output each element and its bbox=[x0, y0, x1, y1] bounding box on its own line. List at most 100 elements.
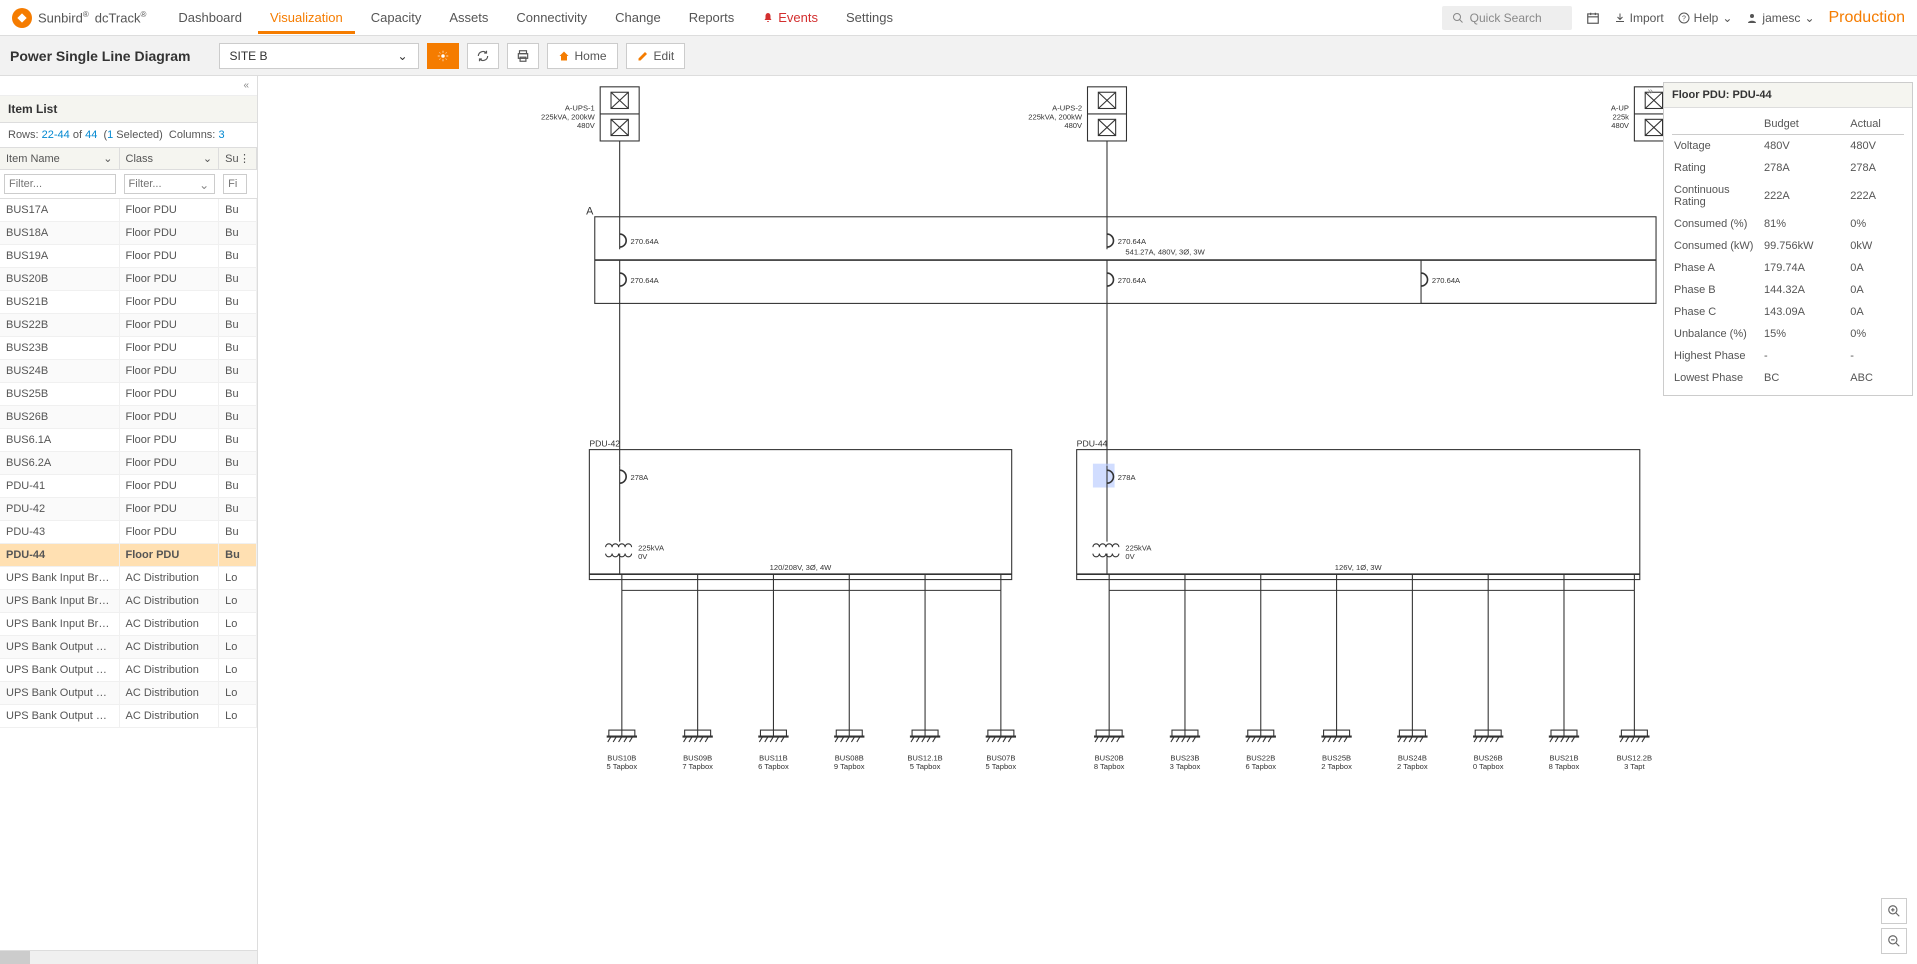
svg-text:5 Tapbox: 5 Tapbox bbox=[986, 762, 1017, 771]
table-row[interactable]: BUS24BFloor PDUBu bbox=[0, 360, 257, 383]
cell-name: BUS25B bbox=[0, 383, 120, 405]
download-icon bbox=[1614, 12, 1626, 24]
refresh-icon bbox=[476, 49, 490, 63]
import-button[interactable]: Import bbox=[1614, 11, 1664, 25]
user-icon bbox=[1746, 12, 1758, 24]
refresh-button[interactable] bbox=[467, 43, 499, 69]
quick-search[interactable]: Quick Search bbox=[1442, 6, 1572, 30]
table-row[interactable]: UPS Bank Input Breaker 1AC DistributionL… bbox=[0, 567, 257, 590]
nav-reports[interactable]: Reports bbox=[677, 2, 747, 34]
settings-button[interactable] bbox=[427, 43, 459, 69]
svg-text:6 Tapbox: 6 Tapbox bbox=[1245, 762, 1276, 771]
cell-class: Floor PDU bbox=[120, 199, 220, 221]
table-row[interactable]: BUS6.1AFloor PDUBu bbox=[0, 429, 257, 452]
help-icon: ? bbox=[1678, 12, 1690, 24]
svg-text:126V, 1Ø, 3W: 126V, 1Ø, 3W bbox=[1335, 563, 1383, 572]
edit-button[interactable]: Edit bbox=[626, 43, 686, 69]
table-row[interactable]: BUS20BFloor PDUBu bbox=[0, 268, 257, 291]
svg-text:BUS09B: BUS09B bbox=[683, 753, 712, 762]
print-button[interactable] bbox=[507, 43, 539, 69]
detail-title: Floor PDU: PDU-44 bbox=[1664, 83, 1912, 108]
user-menu[interactable]: jamesc ⌄ bbox=[1746, 11, 1814, 25]
site-selector[interactable]: SITE B ⌄ bbox=[219, 43, 419, 69]
svg-text:0V: 0V bbox=[1125, 552, 1135, 561]
grid-header: Item Name⌄ Class⌄ Su⋮ bbox=[0, 148, 257, 170]
table-row[interactable]: UPS Bank Output Breaker 2AC Distribution… bbox=[0, 659, 257, 682]
svg-text:480V: 480V bbox=[577, 121, 596, 130]
col-header-class[interactable]: Class⌄ bbox=[120, 148, 220, 169]
table-row[interactable]: BUS18AFloor PDUBu bbox=[0, 222, 257, 245]
nav-capacity[interactable]: Capacity bbox=[359, 2, 434, 34]
svg-text:BUS10B: BUS10B bbox=[607, 753, 636, 762]
col-header-name[interactable]: Item Name⌄ bbox=[0, 148, 120, 169]
home-button[interactable]: Home bbox=[547, 43, 618, 69]
detail-row: Phase C143.09A0A bbox=[1672, 301, 1904, 323]
cell-sub: Bu bbox=[219, 452, 257, 474]
filter-name-input[interactable] bbox=[4, 174, 116, 194]
chevron-down-icon: ⌄ bbox=[203, 152, 212, 165]
cell-sub: Bu bbox=[219, 429, 257, 451]
table-row[interactable]: UPS Bank Output Breaker 3AC Distribution… bbox=[0, 682, 257, 705]
table-row[interactable]: PDU-42Floor PDUBu bbox=[0, 498, 257, 521]
collapse-sidebar-button[interactable]: « bbox=[0, 76, 257, 96]
cell-class: AC Distribution bbox=[120, 636, 220, 658]
table-row[interactable]: BUS26BFloor PDUBu bbox=[0, 406, 257, 429]
svg-text:?: ? bbox=[1682, 15, 1686, 22]
cell-class: AC Distribution bbox=[120, 705, 220, 727]
table-row[interactable]: UPS Bank Output Breaker 4AC Distribution… bbox=[0, 705, 257, 728]
detail-row: Highest Phase-- bbox=[1672, 345, 1904, 367]
svg-text:BUS23B: BUS23B bbox=[1170, 753, 1199, 762]
table-row[interactable]: PDU-44Floor PDUBu bbox=[0, 544, 257, 567]
zoom-out-button[interactable] bbox=[1881, 928, 1907, 954]
zoom-in-button[interactable] bbox=[1881, 898, 1907, 924]
expand-detail-button[interactable]: » bbox=[1641, 82, 1659, 101]
cell-sub: Bu bbox=[219, 245, 257, 267]
table-row[interactable]: PDU-41Floor PDUBu bbox=[0, 475, 257, 498]
calendar-icon bbox=[1586, 11, 1600, 25]
table-row[interactable]: BUS17AFloor PDUBu bbox=[0, 199, 257, 222]
table-row[interactable]: BUS19AFloor PDUBu bbox=[0, 245, 257, 268]
nav-change[interactable]: Change bbox=[603, 2, 673, 34]
cell-sub: Lo bbox=[219, 705, 257, 727]
svg-text:A-UPS-1: A-UPS-1 bbox=[565, 104, 595, 113]
svg-text:8 Tapbox: 8 Tapbox bbox=[1094, 762, 1125, 771]
filter-sub-input[interactable] bbox=[223, 174, 247, 194]
table-row[interactable]: BUS6.2AFloor PDUBu bbox=[0, 452, 257, 475]
table-row[interactable]: PDU-43Floor PDUBu bbox=[0, 521, 257, 544]
detail-row: Consumed (kW)99.756kW0kW bbox=[1672, 235, 1904, 257]
table-row[interactable]: BUS25BFloor PDUBu bbox=[0, 383, 257, 406]
item-list-panel: « Item List Rows: 22-44 of 44 (1 Selecte… bbox=[0, 76, 258, 964]
horizontal-scrollbar[interactable] bbox=[0, 950, 257, 964]
svg-text:278A: 278A bbox=[1118, 473, 1137, 482]
nav-events[interactable]: Events bbox=[750, 2, 830, 34]
calendar-button[interactable] bbox=[1586, 11, 1600, 25]
logo: Sunbird® dcTrack® bbox=[12, 8, 146, 28]
table-row[interactable]: BUS22BFloor PDUBu bbox=[0, 314, 257, 337]
chevron-down-icon: ⌄ bbox=[1804, 11, 1814, 25]
help-button[interactable]: ? Help ⌄ bbox=[1678, 11, 1733, 25]
cell-name: UPS Bank Output Breaker 2 bbox=[0, 659, 120, 681]
table-row[interactable]: BUS23BFloor PDUBu bbox=[0, 337, 257, 360]
svg-text:480V: 480V bbox=[1611, 121, 1630, 130]
nav-connectivity[interactable]: Connectivity bbox=[504, 2, 599, 34]
cell-name: PDU-44 bbox=[0, 544, 120, 566]
table-row[interactable]: UPS Bank Input Breaker 2AC DistributionL… bbox=[0, 590, 257, 613]
chevron-down-icon: ⌄ bbox=[1722, 11, 1732, 25]
zoom-out-icon bbox=[1887, 934, 1901, 948]
nav-dashboard[interactable]: Dashboard bbox=[166, 2, 254, 34]
cell-sub: Bu bbox=[219, 314, 257, 336]
nav-assets[interactable]: Assets bbox=[437, 2, 500, 34]
table-row[interactable]: UPS Bank Input Breaker 3AC DistributionL… bbox=[0, 613, 257, 636]
col-header-sub[interactable]: Su⋮ bbox=[219, 148, 257, 169]
nav-settings[interactable]: Settings bbox=[834, 2, 905, 34]
pencil-icon bbox=[637, 50, 649, 62]
cell-class: Floor PDU bbox=[120, 245, 220, 267]
grid-body[interactable]: BUS17AFloor PDUBuBUS18AFloor PDUBuBUS19A… bbox=[0, 199, 257, 950]
cell-class: Floor PDU bbox=[120, 429, 220, 451]
cell-name: UPS Bank Input Breaker 2 bbox=[0, 590, 120, 612]
nav-visualization[interactable]: Visualization bbox=[258, 2, 355, 34]
bell-icon bbox=[762, 12, 774, 24]
svg-text:225kVA, 200kW: 225kVA, 200kW bbox=[541, 112, 596, 121]
table-row[interactable]: UPS Bank Output Breaker 1AC Distribution… bbox=[0, 636, 257, 659]
table-row[interactable]: BUS21BFloor PDUBu bbox=[0, 291, 257, 314]
